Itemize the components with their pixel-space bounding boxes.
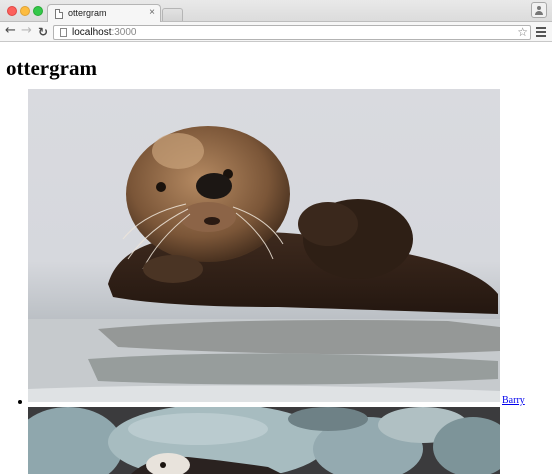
page-content: ottergram Barry <box>0 43 552 474</box>
minimize-window-button[interactable] <box>20 6 30 16</box>
back-arrow-icon[interactable]: ← <box>5 24 16 38</box>
reload-icon[interactable]: ↻ <box>38 25 48 39</box>
page-icon <box>55 9 63 19</box>
close-window-button[interactable] <box>7 6 17 16</box>
address-bar-url: localhost:3000 <box>72 27 137 38</box>
browser-tab-bar: ottergram × <box>0 0 552 23</box>
new-tab-button[interactable] <box>162 8 183 21</box>
thumbnail-link-barry[interactable]: Barry <box>502 395 525 406</box>
browser-toolbar: ← → ↻ localhost:3000 ☆ <box>0 22 552 42</box>
tab-title: ottergram <box>68 8 107 18</box>
tab-close-icon[interactable]: × <box>149 7 155 18</box>
page-title: ottergram <box>6 56 97 80</box>
bookmark-star-icon[interactable]: ☆ <box>517 25 528 39</box>
menu-icon[interactable] <box>536 27 546 37</box>
list-bullet <box>18 400 22 404</box>
otter-image-2[interactable] <box>28 407 500 474</box>
page-icon <box>60 28 67 37</box>
forward-arrow-icon[interactable]: → <box>21 24 32 38</box>
maximize-window-button[interactable] <box>33 6 43 16</box>
address-bar[interactable]: localhost:3000 ☆ <box>53 25 531 40</box>
otter-image-barry[interactable] <box>28 89 500 402</box>
browser-tab-active[interactable]: ottergram × <box>47 4 161 23</box>
profile-icon[interactable] <box>531 2 547 18</box>
